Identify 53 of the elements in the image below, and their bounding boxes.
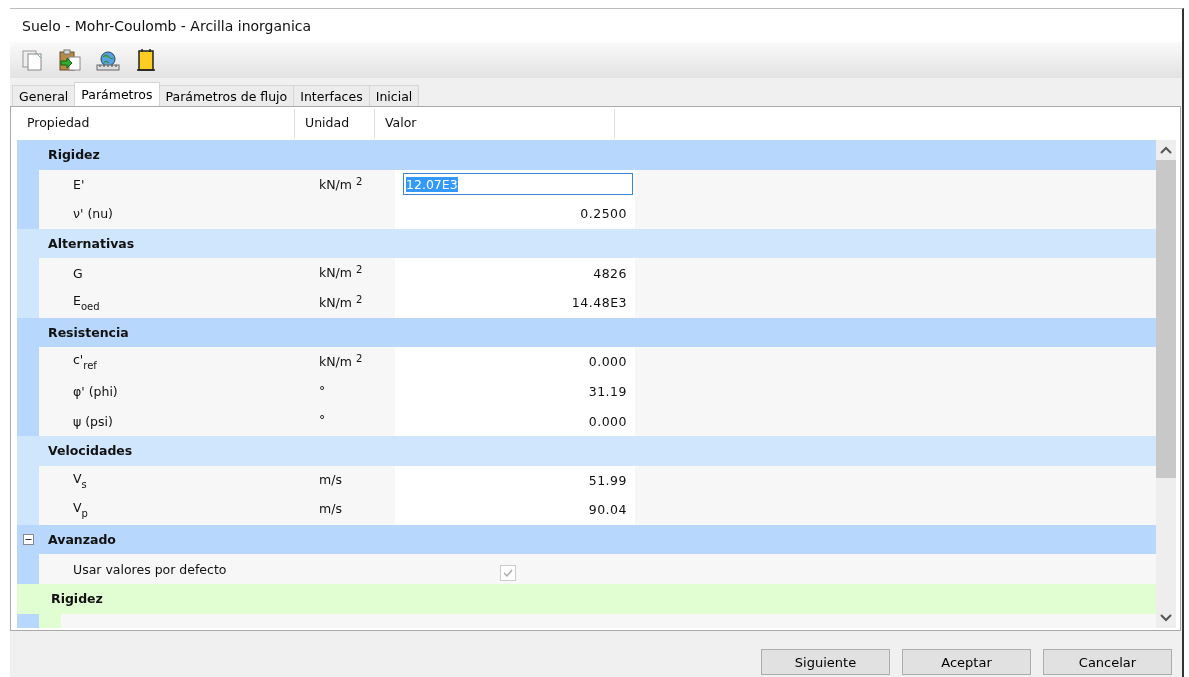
dialog-button[interactable]: Cancelar bbox=[1043, 649, 1172, 675]
tab[interactable]: Inicial bbox=[368, 85, 420, 106]
property-name: Usar valores por defecto bbox=[73, 561, 227, 577]
row-gutter bbox=[17, 495, 39, 525]
group-title: Velocidades bbox=[47, 443, 133, 459]
tab[interactable]: Interfaces bbox=[293, 85, 370, 106]
unit-label: m/s bbox=[319, 501, 342, 517]
scroll-thumb[interactable] bbox=[1156, 160, 1176, 478]
property-name: E$_{oed}$ bbox=[73, 293, 100, 313]
group-title: Avanzado bbox=[47, 532, 116, 547]
scroll-up-icon[interactable] bbox=[1160, 146, 1172, 154]
unit-label: kN/m $^{2}$ bbox=[319, 353, 363, 370]
unit-label: kN/m $^{2}$ bbox=[319, 293, 363, 310]
property-name: φ' (phi) bbox=[73, 384, 118, 400]
property-name: ψ (psi) bbox=[73, 413, 113, 429]
group-title: Rigidez bbox=[47, 147, 100, 163]
window-title: Suelo - Mohr-Coulomb - Arcilla inorganica bbox=[22, 18, 312, 34]
value-text: 51.99 bbox=[588, 472, 627, 488]
value-text: 31.19 bbox=[588, 384, 627, 400]
tab[interactable]: Parámetros bbox=[74, 82, 160, 106]
tab[interactable]: Parámetros de flujo bbox=[158, 85, 295, 106]
property-name: V$_{p}$ bbox=[73, 500, 88, 520]
value-text: 4826 bbox=[593, 265, 627, 281]
unit-label: ° bbox=[319, 412, 326, 428]
unit-label: kN/m $^{2}$ bbox=[319, 175, 363, 192]
value-text: 0.2500 bbox=[580, 206, 627, 222]
row-gutter bbox=[17, 287, 39, 318]
group-title: Rigidez bbox=[51, 591, 103, 607]
property-name: c'$_{ref}$ bbox=[73, 352, 97, 372]
value-text: 14.48E3 bbox=[571, 295, 627, 311]
value-text: 0.000 bbox=[588, 354, 627, 370]
scrollbar[interactable] bbox=[1156, 140, 1176, 628]
group-title: Alternativas bbox=[47, 236, 135, 252]
dialog-button[interactable]: Siguiente bbox=[761, 649, 890, 675]
value-text: 0.000 bbox=[588, 413, 627, 429]
property-name: E' bbox=[73, 176, 85, 192]
row-gutter bbox=[17, 199, 39, 229]
property-name: ν' (nu) bbox=[73, 206, 113, 222]
collapse-icon[interactable] bbox=[22, 534, 34, 545]
group-title: Resistencia bbox=[47, 324, 129, 340]
unit-label: kN/m $^{2}$ bbox=[319, 264, 363, 281]
check-icon bbox=[502, 567, 514, 580]
scroll-down-icon[interactable] bbox=[1160, 614, 1172, 622]
property-name: V$_{s}$ bbox=[73, 470, 87, 490]
unit-label: m/s bbox=[319, 471, 342, 487]
value-text: 90.04 bbox=[588, 502, 627, 518]
tab[interactable]: General bbox=[12, 85, 76, 106]
row-gutter bbox=[17, 406, 39, 436]
unit-label: ° bbox=[319, 382, 326, 398]
property-name: G bbox=[73, 265, 83, 281]
dialog-button[interactable]: Aceptar bbox=[902, 649, 1031, 675]
clipboard-arrow-icon[interactable] bbox=[58, 47, 82, 72]
column-icon[interactable] bbox=[134, 47, 158, 72]
